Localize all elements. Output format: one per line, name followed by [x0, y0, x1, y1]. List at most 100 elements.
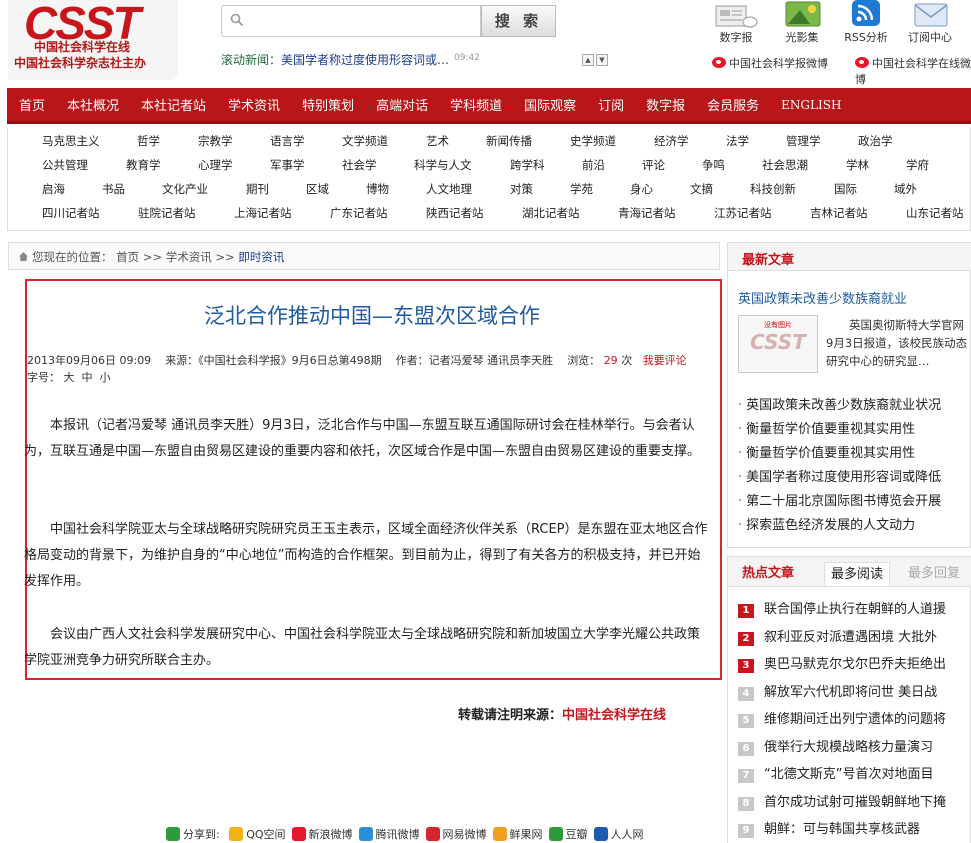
subnav-link[interactable]: 对策	[510, 181, 533, 197]
subnav-link[interactable]: 马克思主义	[42, 133, 100, 149]
nav-about[interactable]: 本社概况	[67, 95, 119, 114]
tab-most-read[interactable]: 最多阅读	[824, 562, 891, 586]
subnav-link[interactable]: 军事学	[270, 157, 305, 173]
photo-icon[interactable]	[780, 0, 826, 30]
subnav-link[interactable]: 青海记者站	[618, 205, 676, 221]
subnav-link[interactable]: 跨学科	[510, 157, 545, 173]
fontsize-medium[interactable]: 中	[82, 371, 93, 384]
breadcrumb-home[interactable]: 首页	[116, 250, 139, 264]
subnav-link[interactable]: 科技创新	[750, 181, 796, 197]
subnav-link[interactable]: 心理学	[198, 157, 233, 173]
latest-article-link[interactable]: 第二十届北京国际图书博览会开展	[738, 490, 941, 509]
hot-article-link[interactable]: 1 联合国停止执行在朝鲜的人道援	[738, 598, 946, 618]
subnav-link[interactable]: 新闻传播	[486, 133, 532, 149]
subnav-link[interactable]: 管理学	[786, 133, 821, 149]
hot-article-link[interactable]: 5 维修期间迁出列宁遗体的问题将	[738, 708, 946, 728]
subnav-link[interactable]: 山东记者站	[906, 205, 964, 221]
ticker-down-button[interactable]: ▼	[596, 54, 608, 66]
weibo-link-online[interactable]: 中国社会科学在线微博	[855, 55, 971, 87]
subnav-link[interactable]: 身心	[630, 181, 653, 197]
subnav-link[interactable]: 哲学	[137, 133, 160, 149]
subnav-link[interactable]: 争鸣	[702, 157, 725, 173]
hot-article-link[interactable]: 8 首尔成功试射可摧毁朝鲜地下掩	[738, 791, 946, 811]
rss-icon[interactable]	[844, 0, 890, 30]
latest-article-link[interactable]: 衡量哲学价值要重视其实用性	[738, 442, 915, 461]
subnav-link[interactable]: 学林	[846, 157, 869, 173]
search-input[interactable]	[221, 5, 481, 37]
subnav-link[interactable]: 艺术	[426, 133, 449, 149]
nav-dialogues[interactable]: 高端对话	[376, 95, 428, 114]
subnav-link[interactable]: 经济学	[654, 133, 689, 149]
subnav-link[interactable]: 国际	[834, 181, 857, 197]
nav-subscribe[interactable]: 订阅	[598, 95, 624, 114]
hot-article-link[interactable]: 3 奥巴马默克尔戈尔巴乔夫拒绝出	[738, 653, 946, 673]
subnav-link[interactable]: 社会学	[342, 157, 377, 173]
subnav-link[interactable]: 上海记者站	[234, 205, 292, 221]
share-link[interactable]: 豆瓣	[543, 827, 588, 841]
subnav-link[interactable]: 评论	[642, 157, 665, 173]
subnav-link[interactable]: 学府	[906, 157, 929, 173]
subnav-link[interactable]: 文学频道	[342, 133, 388, 149]
subscribe-center-link[interactable]: 订阅中心	[900, 29, 960, 45]
subnav-link[interactable]: 公共管理	[42, 157, 88, 173]
subnav-link[interactable]: 宗教学	[198, 133, 233, 149]
share-link[interactable]: 网易微博	[420, 827, 487, 841]
tab-most-replied[interactable]: 最多回复	[902, 562, 966, 586]
subnav-link[interactable]: 文摘	[690, 181, 713, 197]
nav-international[interactable]: 国际观察	[524, 95, 576, 114]
nav-digital-paper[interactable]: 数字报	[646, 95, 685, 114]
subnav-link[interactable]: 域外	[894, 181, 917, 197]
hot-article-link[interactable]: 7 “北德文斯克”号首次对地面目	[738, 763, 933, 783]
newspaper-icon[interactable]	[712, 0, 758, 30]
subnav-link[interactable]: 政治学	[858, 133, 893, 149]
weibo-link-newspaper[interactable]: 中国社会科学报微博	[712, 55, 828, 71]
latest-article-link[interactable]: 衡量哲学价值要重视其实用性	[738, 418, 915, 437]
subnav-link[interactable]: 科学与人文	[414, 157, 472, 173]
subnav-link[interactable]: 学苑	[570, 181, 593, 197]
fontsize-large[interactable]: 大	[64, 371, 75, 384]
subnav-link[interactable]: 陕西记者站	[426, 205, 484, 221]
subnav-link[interactable]: 史学频道	[570, 133, 616, 149]
digital-newspaper-link[interactable]: 数字报	[706, 29, 766, 45]
subnav-link[interactable]: 期刊	[246, 181, 269, 197]
share-link[interactable]: 鲜果网	[487, 827, 543, 841]
nav-academic-news[interactable]: 学术资讯	[228, 95, 280, 114]
mail-icon[interactable]	[908, 0, 954, 30]
subnav-link[interactable]: 法学	[726, 133, 749, 149]
search-button[interactable]: 搜 索	[481, 5, 556, 37]
nav-reporter-stations[interactable]: 本社记者站	[141, 95, 206, 114]
comment-link[interactable]: 我要评论	[643, 354, 687, 367]
latest-article-link[interactable]: 英国政策未改善少数族裔就业状况	[738, 394, 941, 413]
hot-article-link[interactable]: 4 解放军六代机即将问世 美日战	[738, 681, 937, 701]
subnav-link[interactable]: 四川记者站	[42, 205, 100, 221]
subnav-link[interactable]: 社会思潮	[762, 157, 808, 173]
share-link[interactable]: 新浪微博	[286, 827, 353, 841]
hot-article-link[interactable]: 6 俄举行大规模战略核力量演习	[738, 736, 933, 756]
subnav-link[interactable]: 语言学	[270, 133, 305, 149]
subnav-link[interactable]: 启海	[42, 181, 65, 197]
subnav-link[interactable]: 教育学	[126, 157, 161, 173]
latest-featured-link[interactable]: 英国政策未改善少数族裔就业	[738, 288, 907, 307]
latest-article-link[interactable]: 美国学者称过度使用形容词或降低	[738, 466, 941, 485]
gallery-link[interactable]: 光影集	[772, 29, 832, 45]
latest-article-link[interactable]: 探索蓝色经济发展的人文动力	[738, 514, 915, 533]
rss-link[interactable]: RSS分析	[836, 29, 896, 45]
subnav-link[interactable]: 驻院记者站	[138, 205, 196, 221]
subnav-link[interactable]: 前沿	[582, 157, 605, 173]
hot-article-link[interactable]: 9 朝鲜：可与韩国共享核武器	[738, 818, 920, 838]
repost-source-link[interactable]: 中国社会科学在线	[562, 708, 666, 723]
nav-special-features[interactable]: 特别策划	[302, 95, 354, 114]
featured-thumbnail[interactable]: 没有图片 CSST	[738, 315, 818, 373]
breadcrumb-section[interactable]: 学术资讯	[166, 250, 212, 264]
share-link[interactable]: QQ空间	[223, 827, 286, 841]
share-link[interactable]: 人人网	[588, 827, 644, 841]
ticker-headline-link[interactable]: 美国学者称过度使用形容词或…	[281, 51, 449, 68]
nav-english[interactable]: ENGLISH	[781, 98, 841, 112]
subnav-link[interactable]: 区域	[306, 181, 329, 197]
fontsize-small[interactable]: 小	[100, 371, 111, 384]
subnav-link[interactable]: 吉林记者站	[810, 205, 868, 221]
ticker-up-button[interactable]: ▲	[582, 54, 594, 66]
subnav-link[interactable]: 书品	[102, 181, 125, 197]
subnav-link[interactable]: 广东记者站	[330, 205, 388, 221]
breadcrumb-current[interactable]: 即时资讯	[238, 250, 284, 264]
